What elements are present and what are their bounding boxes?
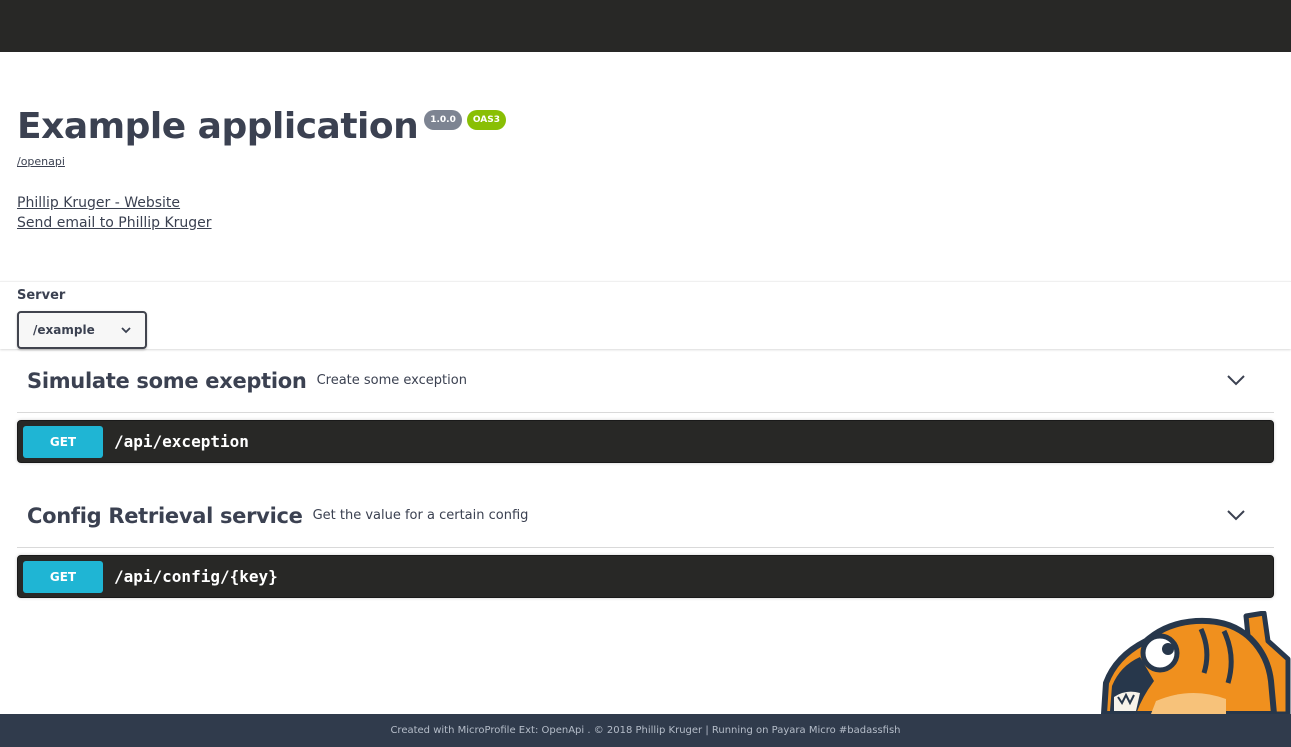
expand-arrow-icon[interactable] — [1226, 509, 1246, 521]
contact-email-link[interactable]: Send email to Phillip Kruger — [17, 213, 212, 233]
tag-header[interactable]: Config Retrieval service Get the value f… — [17, 484, 1274, 548]
operation-path: /api/exception — [114, 432, 249, 451]
spec-url-link[interactable]: /openapi — [17, 155, 65, 168]
operation-get-config[interactable]: GET /api/config/{key} — [17, 555, 1274, 598]
servers-section: Server /example — [0, 281, 1291, 349]
tag-section-exception: Simulate some exeption Create some excep… — [17, 349, 1274, 463]
tag-header[interactable]: Simulate some exeption Create some excep… — [17, 349, 1274, 413]
title-row: Example application 1.0.0 OAS3 — [17, 104, 506, 150]
footer-text: Created with MicroProfile Ext: OpenApi .… — [390, 725, 901, 736]
top-bar — [0, 0, 1291, 52]
server-select[interactable]: /example — [17, 311, 147, 349]
contact-website-link[interactable]: Phillip Kruger - Website — [17, 193, 212, 213]
footer: Created with MicroProfile Ext: OpenApi .… — [0, 714, 1291, 747]
contact-info: Phillip Kruger - Website Send email to P… — [17, 193, 212, 233]
servers-label: Server — [17, 288, 66, 303]
tag-description: Get the value for a certain config — [312, 508, 529, 523]
tag-description: Create some exception — [316, 373, 467, 388]
tag-name: Config Retrieval service — [27, 503, 303, 528]
expand-arrow-icon[interactable] — [1226, 374, 1246, 386]
operation-get-exception[interactable]: GET /api/exception — [17, 420, 1274, 463]
version-badge: 1.0.0 — [424, 110, 462, 130]
tag-section-config: Config Retrieval service Get the value f… — [17, 484, 1274, 598]
operation-path: /api/config/{key} — [114, 567, 278, 586]
api-info: Example application 1.0.0 OAS3 /openapi — [17, 104, 506, 168]
tag-name: Simulate some exeption — [27, 368, 307, 393]
payara-fish-mascot-icon — [1101, 611, 1291, 714]
page-title: Example application — [17, 106, 419, 147]
oas-badge: OAS3 — [466, 110, 506, 130]
chevron-down-icon — [121, 327, 131, 334]
http-method-badge: GET — [23, 560, 103, 593]
http-method-badge: GET — [23, 425, 103, 458]
server-selected-value: /example — [33, 323, 95, 337]
